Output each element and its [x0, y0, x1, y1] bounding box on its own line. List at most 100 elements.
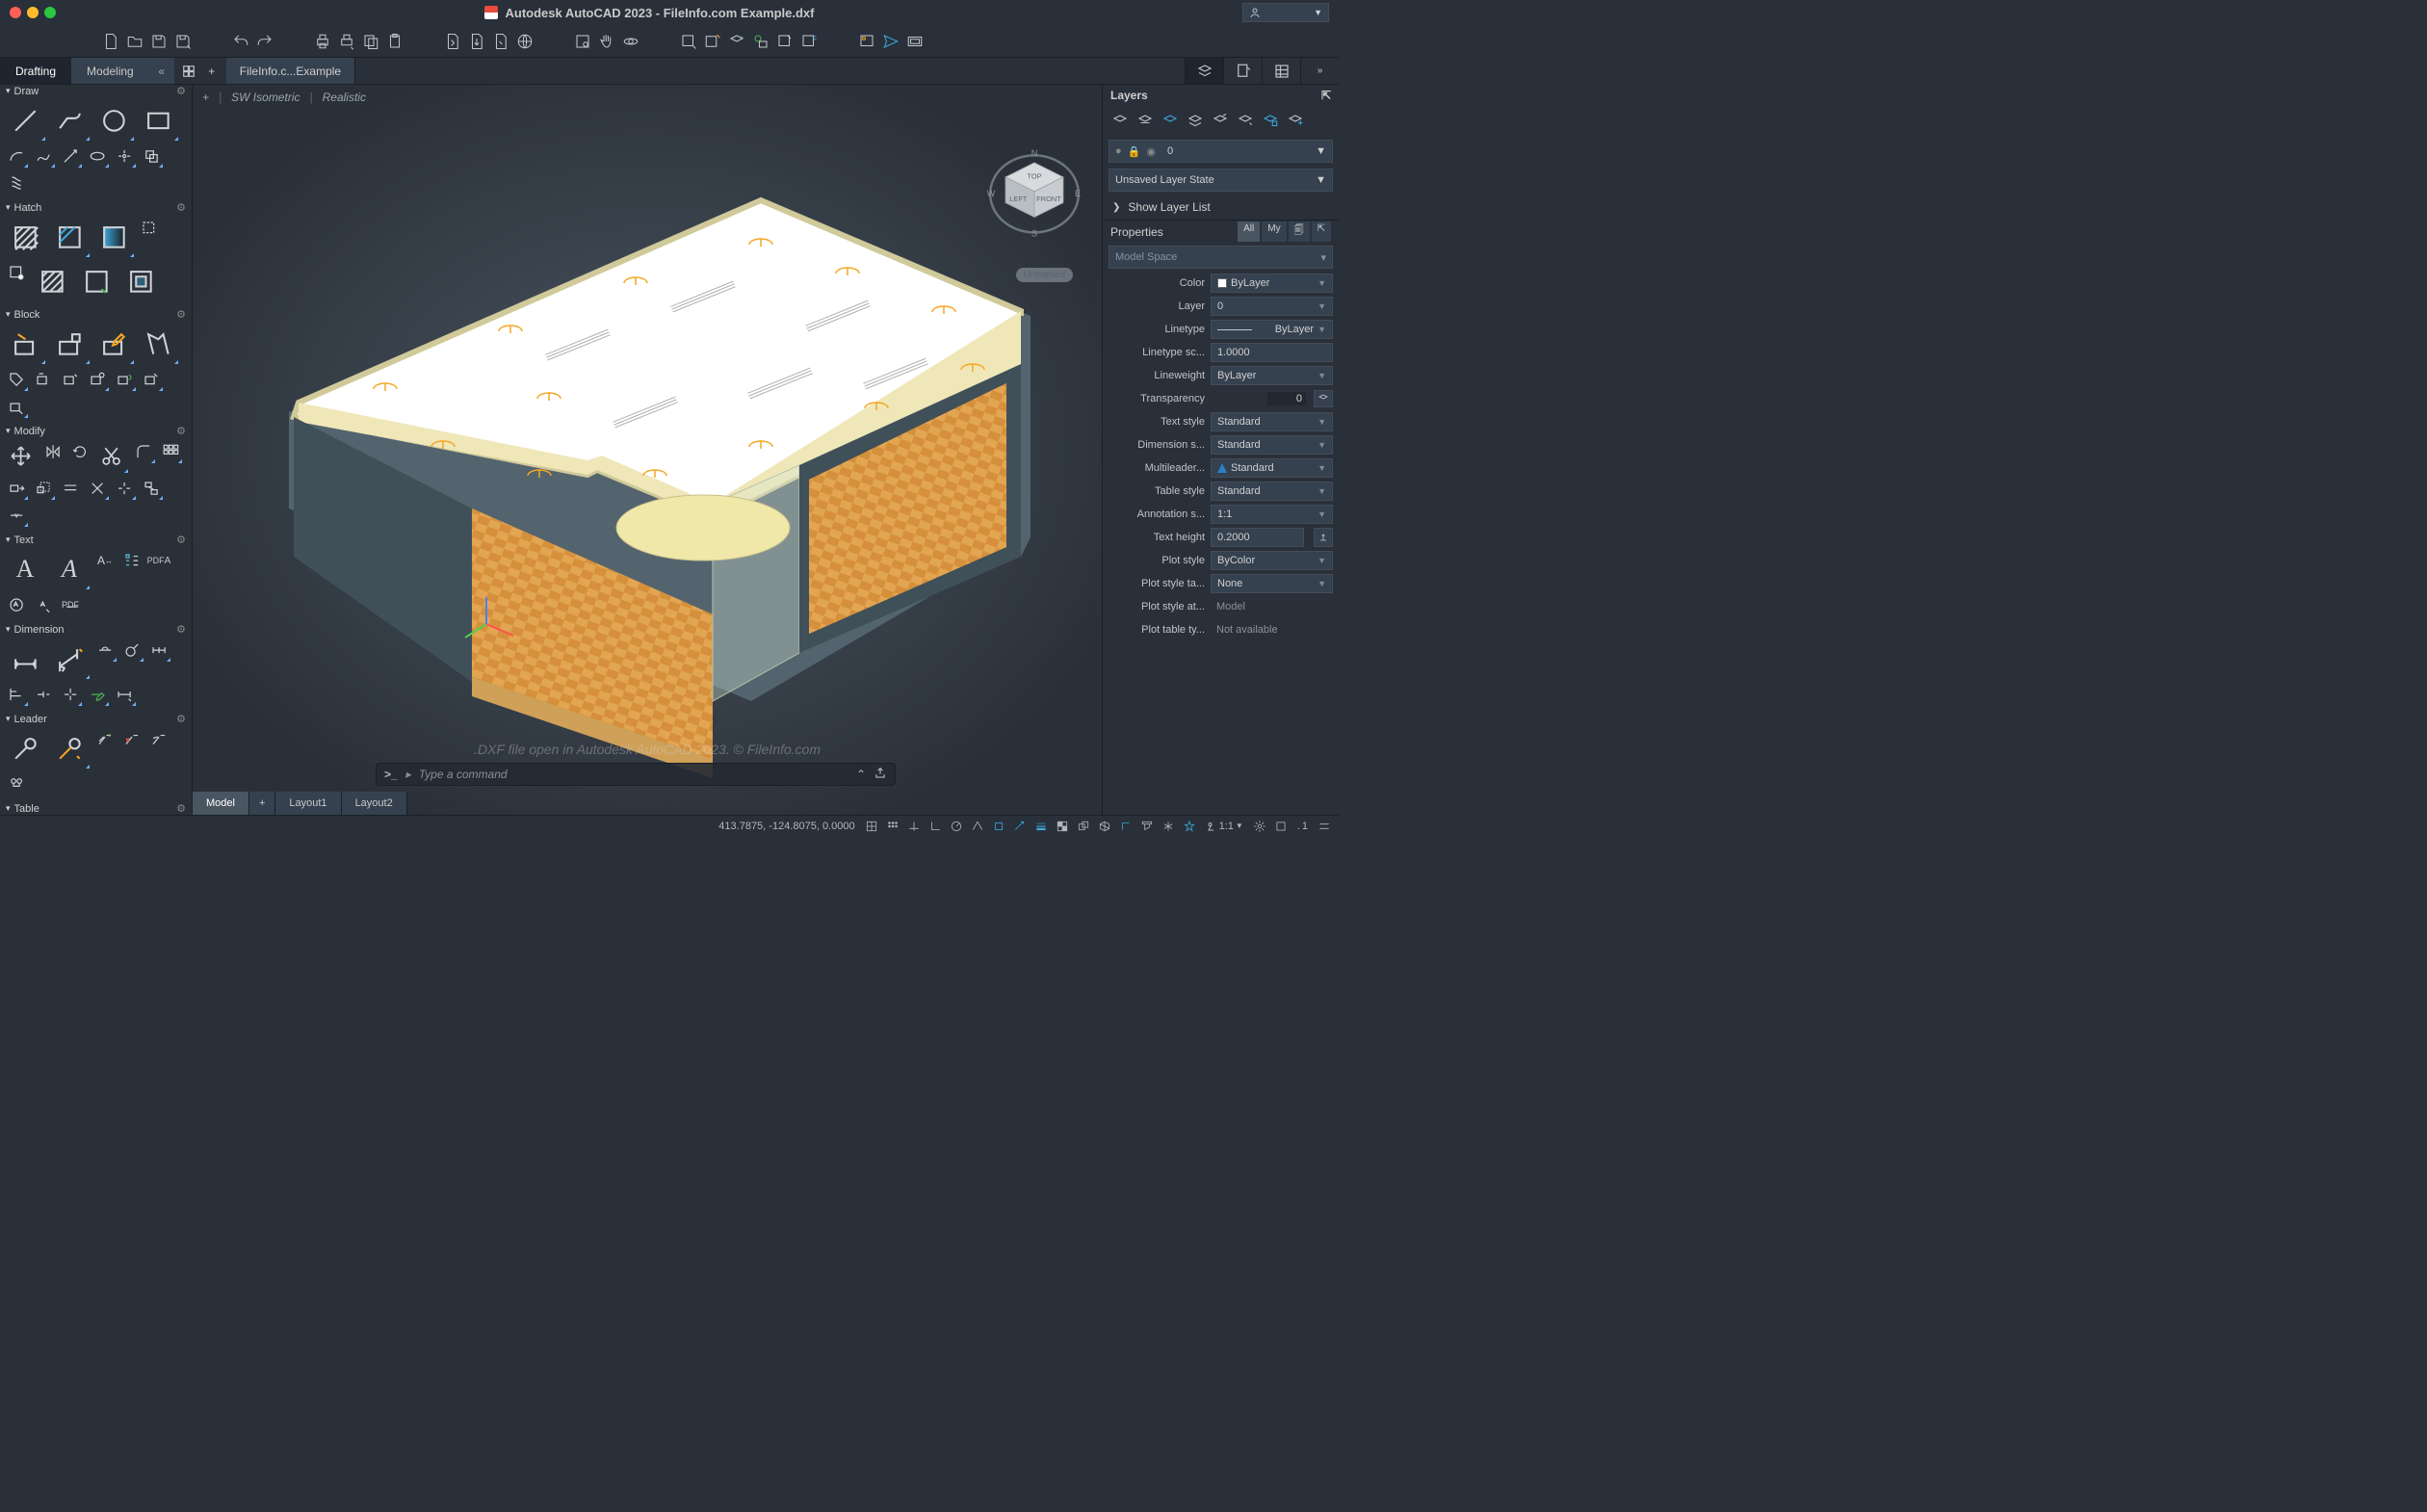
dim-baseline-tool[interactable] [4, 682, 29, 707]
prop-value[interactable]: ByColor▼ [1211, 551, 1333, 570]
layer-match-icon[interactable] [1261, 112, 1280, 131]
gizmo-icon[interactable] [1160, 818, 1177, 835]
undo-button[interactable] [230, 31, 251, 52]
palette-section-text[interactable]: ▾ Text ⚙ [0, 534, 192, 546]
viewport-plus[interactable]: + [202, 91, 209, 104]
layer-new-icon[interactable] [1286, 112, 1305, 131]
gear-icon[interactable]: ⚙ [176, 713, 186, 725]
palette-section-dimension[interactable]: ▾ Dimension ⚙ [0, 623, 192, 636]
palette-section-block[interactable]: ▾ Block ⚙ [0, 308, 192, 321]
right-tab-table[interactable] [1262, 58, 1300, 84]
hatch-tool[interactable] [4, 216, 46, 258]
prop-value[interactable]: Standard▼ [1211, 435, 1333, 455]
prop-value[interactable]: 1:1▼ [1211, 505, 1333, 524]
mode-tab-modeling[interactable]: Modeling [71, 58, 149, 84]
scale-indicator[interactable]: 1:1▼ [1202, 821, 1247, 832]
block-define-tool[interactable] [58, 367, 83, 392]
block-create-tool[interactable] [48, 323, 91, 365]
block-explode-tool[interactable] [4, 394, 29, 419]
properties-popout-icon[interactable]: ⇱ [1312, 222, 1331, 242]
dim-linear-tool[interactable] [4, 638, 46, 680]
stretch-tool[interactable] [4, 476, 29, 501]
save-button[interactable] [148, 31, 170, 52]
paste-button[interactable] [384, 31, 405, 52]
palette-section-draw[interactable]: ▾ Draw ⚙ [0, 85, 192, 97]
isolate-button[interactable] [702, 31, 723, 52]
offset-tool[interactable] [58, 476, 83, 501]
rectangle-tool[interactable] [137, 99, 179, 142]
block-insert-tool[interactable] [4, 323, 46, 365]
region-tool[interactable] [139, 143, 164, 169]
command-line[interactable]: >_ ▸ Type a command ⌃ [376, 763, 896, 786]
window-maximize[interactable] [44, 7, 56, 18]
rotate-tool[interactable] [67, 439, 92, 464]
redo-button[interactable] [254, 31, 275, 52]
text-find-tool[interactable]: PDFA [146, 548, 171, 573]
dim-angular-tool[interactable] [92, 638, 117, 663]
snap-dots-icon[interactable] [884, 818, 901, 835]
spellcheck-tool[interactable] [119, 548, 144, 573]
text-export-tool[interactable]: PDF [58, 592, 83, 617]
visual-style[interactable]: Realistic [323, 91, 366, 104]
hatch-edit-tool[interactable] [4, 260, 29, 285]
layer-off-button[interactable] [774, 31, 796, 52]
prop-value[interactable]: None▼ [1211, 574, 1333, 593]
user-dropdown[interactable]: ▼ [1242, 3, 1329, 22]
dim-style-tool[interactable] [112, 682, 137, 707]
units-icon[interactable] [1272, 818, 1290, 835]
pan-button[interactable] [596, 31, 617, 52]
gear-icon[interactable]: ⚙ [176, 623, 186, 636]
screenshot-button[interactable] [904, 31, 926, 52]
window-close[interactable] [10, 7, 21, 18]
palette-section-modify[interactable]: ▾ Modify ⚙ [0, 425, 192, 437]
dim-aligned-tool[interactable] [48, 638, 91, 680]
view-name[interactable]: SW Isometric [231, 91, 300, 104]
copy-button[interactable] [360, 31, 381, 52]
text-style-tool[interactable]: A↔ [92, 548, 117, 573]
prop-value[interactable]: 0 [1211, 389, 1333, 408]
filter-all[interactable]: All [1238, 222, 1260, 242]
prop-value[interactable]: 0▼ [1211, 297, 1333, 316]
render-button[interactable] [856, 31, 877, 52]
new-tab-button[interactable]: + [201, 61, 222, 82]
fillet-tool[interactable] [131, 439, 156, 464]
layer-lock-icon[interactable] [1186, 112, 1205, 131]
circle-tool[interactable] [92, 99, 135, 142]
prop-value[interactable]: ByLayer▼ [1211, 274, 1333, 293]
prop-value[interactable]: ByLayer▼ [1211, 320, 1333, 339]
layer-off-icon[interactable] [1135, 112, 1155, 131]
layout-tab-layout2[interactable]: Layout2 [342, 792, 407, 815]
block-edit-tool[interactable] [92, 323, 135, 365]
ray-tool[interactable] [58, 143, 83, 169]
right-tab-refs[interactable] [1223, 58, 1262, 84]
prop-value[interactable]: Standard▼ [1211, 482, 1333, 501]
right-tab-layers[interactable] [1185, 58, 1223, 84]
hatch-edit2-tool[interactable] [119, 260, 162, 302]
scale-tool[interactable] [31, 476, 56, 501]
layer-freeze-button[interactable] [798, 31, 820, 52]
gear-icon[interactable]: ⚙ [176, 425, 186, 437]
text-import-tool[interactable] [31, 592, 56, 617]
erase-tool[interactable] [85, 476, 110, 501]
layer-prev-icon[interactable] [1236, 112, 1255, 131]
text-tool[interactable]: A [4, 548, 46, 590]
select-similar-button[interactable] [678, 31, 699, 52]
explode-tool[interactable] [112, 476, 137, 501]
dyn-ucs-icon[interactable] [1117, 818, 1135, 835]
layout-grid-button[interactable] [178, 61, 199, 82]
current-layer-dropdown[interactable]: ● 🔒 ◉ 0 ▼ [1109, 140, 1333, 163]
arc-tool[interactable] [4, 143, 29, 169]
viewport[interactable]: + | SW Isometric | Realistic N E S W TOP… [193, 85, 1102, 815]
decimal-indicator[interactable]: .1 [1293, 821, 1312, 832]
mode-tabs-more[interactable]: « [149, 58, 174, 84]
text-align-tool[interactable] [4, 592, 29, 617]
leader-align-tool[interactable] [146, 727, 171, 752]
leader-add-tool[interactable] [92, 727, 117, 752]
zoom-extents-button[interactable] [572, 31, 593, 52]
palette-section-table[interactable]: ▾ Table ⚙ [0, 802, 192, 815]
selection-filter-icon[interactable] [1138, 818, 1156, 835]
block-count-tool[interactable] [139, 367, 164, 392]
customize-icon[interactable] [1316, 818, 1333, 835]
array-tool[interactable] [158, 439, 183, 464]
hatch-apply-tool[interactable] [75, 260, 117, 302]
